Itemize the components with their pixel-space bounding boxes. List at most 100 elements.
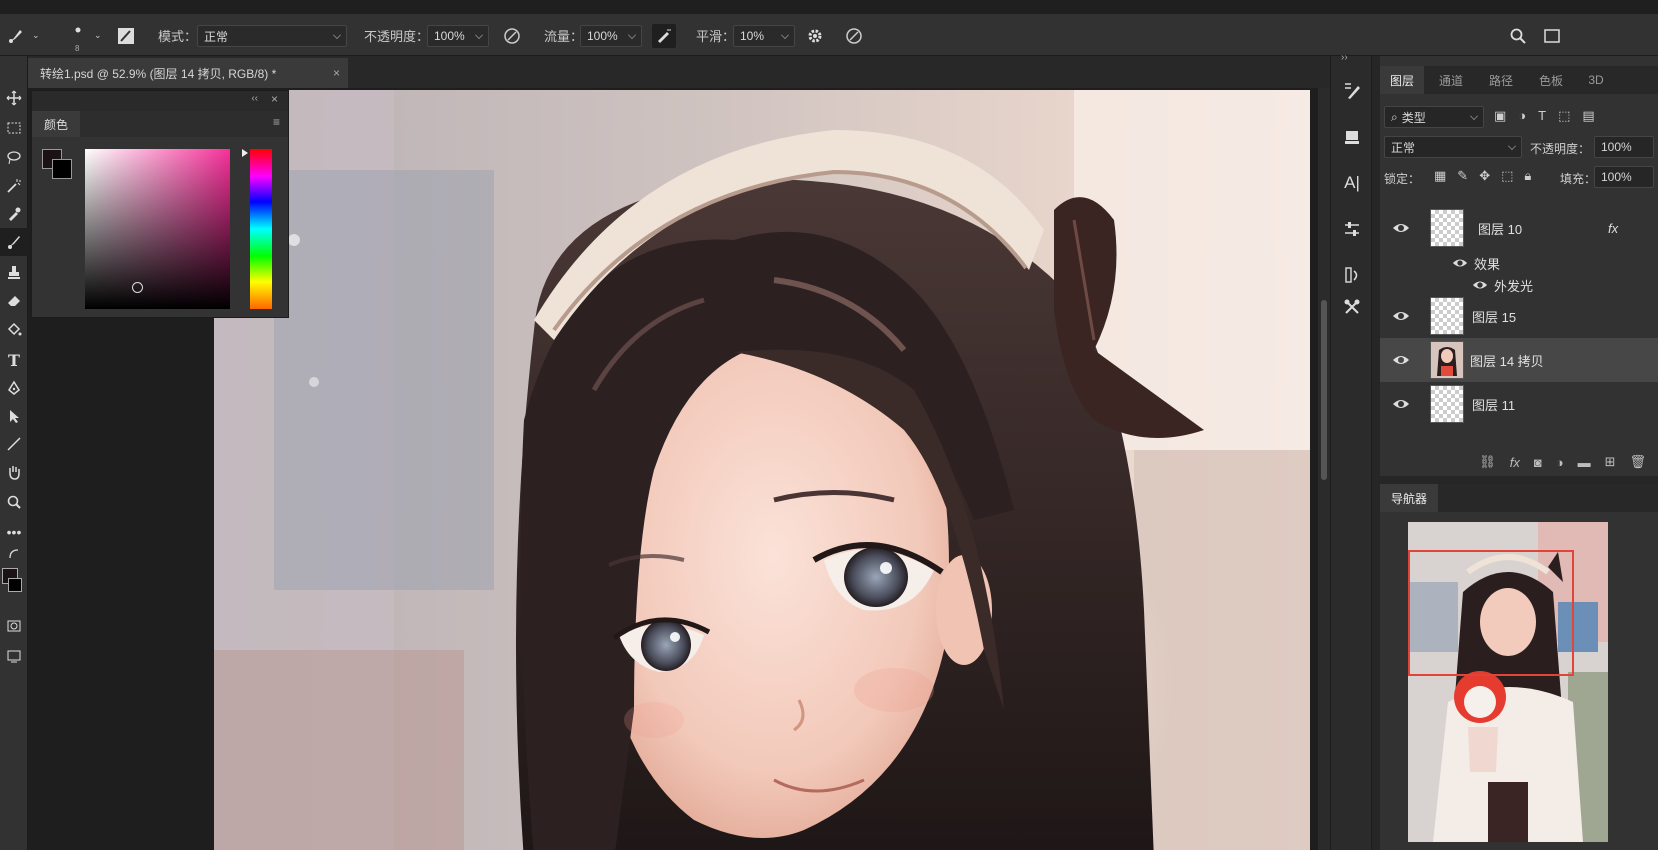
filter-adjustment-icon[interactable]: ◑ — [1518, 108, 1526, 124]
lock-image-icon[interactable]: ✎ — [1457, 168, 1468, 184]
magic-wand-tool-icon[interactable] — [0, 172, 28, 200]
lock-all-icon[interactable]: 🔒︎ — [1524, 168, 1531, 184]
tool-presets-icon[interactable] — [1339, 294, 1365, 320]
hue-slider[interactable] — [250, 149, 272, 309]
pressure-size-icon[interactable] — [842, 24, 866, 48]
line-tool-icon[interactable] — [0, 430, 28, 458]
smoothing-field[interactable]: 10% — [733, 25, 795, 47]
saturation-value-picker[interactable] — [85, 149, 230, 309]
outer-glow-row[interactable]: 外发光 — [1472, 274, 1533, 296]
search-icon[interactable] — [1506, 24, 1530, 48]
airbrush-icon[interactable] — [652, 24, 676, 48]
tab-channels[interactable]: 通道 — [1428, 66, 1474, 94]
workspace-icon[interactable] — [1540, 24, 1564, 48]
layer-row[interactable]: 图层 10 fx — [1380, 206, 1658, 250]
color-tab[interactable]: 颜色 — [32, 111, 80, 137]
link-layers-icon[interactable]: ⛓ — [1479, 454, 1496, 470]
tab-swatches[interactable]: 色板 — [1528, 66, 1574, 94]
lock-position-icon[interactable]: ✥ — [1479, 168, 1490, 184]
add-layer-style-button[interactable]: fx — [1510, 455, 1520, 470]
scrollbar-thumb[interactable] — [1321, 300, 1327, 480]
color-picker-cursor[interactable] — [132, 282, 143, 293]
hand-tool-icon[interactable] — [0, 458, 28, 486]
background-color-swatch[interactable] — [8, 578, 22, 592]
lock-artboard-icon[interactable]: ⬚ — [1501, 168, 1513, 184]
screen-mode-icon[interactable] — [0, 642, 28, 670]
eye-icon[interactable] — [1472, 277, 1488, 293]
filter-pixel-icon[interactable]: ▣ — [1494, 108, 1506, 124]
canvas-scrollbar[interactable] — [1318, 88, 1330, 850]
collapse-strip-icon[interactable]: ›› — [1341, 52, 1348, 63]
lock-transparent-icon[interactable]: ▦ — [1434, 168, 1446, 184]
filter-type-icon[interactable]: T — [1538, 108, 1546, 124]
properties-icon[interactable] — [1339, 216, 1365, 242]
character-panel-icon[interactable]: A| — [1339, 170, 1365, 196]
chevron-down-icon[interactable]: ⌄ — [94, 14, 102, 56]
paint-bucket-tool-icon[interactable] — [0, 316, 28, 344]
flow-field[interactable]: 100% — [580, 25, 642, 47]
eye-icon[interactable] — [1392, 395, 1410, 413]
layer-row-selected[interactable]: 图层 14 拷贝 — [1380, 338, 1658, 382]
eye-icon[interactable] — [1392, 219, 1410, 237]
panel-menu-icon[interactable]: ≡ — [273, 115, 280, 129]
artwork-canvas[interactable] — [214, 90, 1310, 850]
navigator-viewport-rect[interactable] — [1408, 550, 1574, 676]
brush-tool-icon[interactable] — [0, 228, 28, 256]
eraser-tool-icon[interactable] — [0, 286, 28, 314]
gear-icon[interactable] — [803, 24, 827, 48]
new-layer-icon[interactable]: ⊞ — [1605, 454, 1616, 470]
layer-name[interactable]: 图层 14 拷贝 — [1470, 351, 1544, 370]
add-mask-icon[interactable]: ◙ — [1534, 455, 1542, 470]
delete-layer-icon[interactable]: 🗑︎ — [1629, 454, 1646, 470]
layer-fx-badge[interactable]: fx — [1608, 221, 1618, 236]
background-swatch[interactable] — [52, 159, 72, 179]
layer-name[interactable]: 图层 10 — [1478, 219, 1522, 238]
document-tab[interactable]: 转绘1.psd @ 52.9% (图层 14 拷贝, RGB/8) * × — [28, 58, 348, 88]
adjustment-layer-icon[interactable]: ◑ — [1556, 455, 1564, 470]
eye-icon[interactable] — [1452, 255, 1468, 271]
fill-field[interactable]: 100% — [1594, 166, 1654, 188]
layer-row[interactable]: 图层 11 — [1380, 382, 1658, 426]
layer-opacity-field[interactable]: 100% — [1594, 136, 1654, 158]
move-tool-icon[interactable] — [0, 84, 28, 112]
tab-3d[interactable]: 3D — [1576, 66, 1616, 94]
tab-navigator[interactable]: 导航器 — [1380, 484, 1438, 512]
lasso-tool-icon[interactable] — [0, 144, 28, 172]
blend-mode-select[interactable]: 正常 — [1384, 136, 1522, 158]
hue-marker-icon[interactable] — [242, 149, 248, 157]
tab-layers[interactable]: 图层 — [1380, 66, 1424, 94]
mode-select[interactable]: 正常 — [197, 25, 347, 47]
tab-paths[interactable]: 路径 — [1478, 66, 1524, 94]
zoom-tool-icon[interactable] — [0, 488, 28, 516]
new-group-icon[interactable]: ▬ — [1578, 455, 1591, 470]
history-icon[interactable] — [1339, 262, 1365, 288]
effects-row[interactable]: 效果 — [1452, 252, 1500, 274]
filter-smart-icon[interactable]: ▤ — [1582, 108, 1594, 124]
path-selection-tool-icon[interactable] — [0, 402, 28, 430]
layer-filter-select[interactable]: ⌕ 类型 — [1384, 106, 1484, 128]
brush-tool-preset-icon[interactable] — [4, 24, 28, 48]
brush-settings-icon[interactable] — [1339, 78, 1365, 104]
brush-panel-toggle-icon[interactable] — [114, 24, 138, 48]
swap-colors-icon[interactable] — [0, 546, 28, 562]
close-tab-icon[interactable]: × — [333, 66, 340, 80]
stamp-tool-icon[interactable] — [0, 258, 28, 286]
pen-tool-icon[interactable] — [0, 374, 28, 402]
pressure-opacity-icon[interactable] — [500, 24, 524, 48]
eye-icon[interactable] — [1392, 351, 1410, 369]
eyedropper-tool-icon[interactable] — [0, 200, 28, 228]
collapse-panel-icon[interactable]: ‹‹ — [251, 93, 258, 104]
layer-row[interactable]: 图层 15 — [1380, 294, 1658, 338]
type-tool-icon[interactable]: T — [0, 346, 28, 374]
filter-shape-icon[interactable]: ⬚ — [1558, 108, 1570, 124]
more-tools-icon[interactable]: ••• — [0, 518, 28, 546]
marquee-tool-icon[interactable] — [0, 114, 28, 142]
clone-source-icon[interactable] — [1339, 124, 1365, 150]
chevron-down-icon[interactable]: ⌄ — [32, 14, 40, 56]
layer-name[interactable]: 图层 15 — [1472, 307, 1516, 326]
quick-mask-icon[interactable] — [0, 612, 28, 640]
eye-icon[interactable] — [1392, 307, 1410, 325]
layer-name[interactable]: 图层 11 — [1472, 395, 1515, 414]
close-panel-icon[interactable]: × — [271, 92, 278, 106]
opacity-field[interactable]: 100% — [427, 25, 489, 47]
